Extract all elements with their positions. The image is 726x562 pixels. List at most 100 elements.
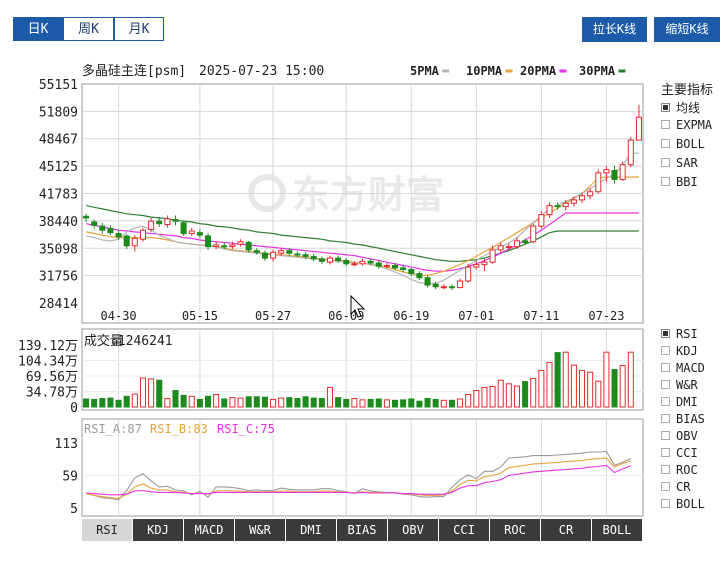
candle-body (294, 253, 301, 256)
bottom-tab-obv[interactable]: OBV (388, 519, 438, 541)
volume-bar (270, 398, 277, 408)
candle-body (205, 235, 212, 248)
bottom-tab-kdj[interactable]: KDJ (133, 519, 183, 541)
candle-body (603, 169, 610, 174)
bottom-tab-cr[interactable]: CR (541, 519, 591, 541)
volume-bar (619, 365, 626, 408)
rsi-tick-label: 59 (62, 470, 78, 485)
volume-bar (579, 369, 586, 408)
price-tick-label: 28414 (39, 297, 78, 312)
volume-bar (326, 386, 333, 408)
volume-tick-label: 104.34万 (18, 355, 78, 370)
rsi-legend-label: RSI_C:75 (217, 422, 275, 436)
date-tick-label: 07-23 (588, 309, 624, 323)
volume-bar (99, 398, 106, 408)
volume-bar (400, 399, 407, 408)
ma-legend-label: 10PMA (466, 64, 503, 78)
price-tick-label: 41783 (39, 187, 78, 202)
bottom-tab-macd[interactable]: MACD (184, 519, 234, 541)
candle-body (213, 244, 220, 248)
volume-bar (286, 397, 293, 408)
date-tick-label: 07-01 (458, 309, 494, 323)
volume-bar (546, 361, 553, 408)
volume-bar (408, 398, 415, 408)
candle-body (448, 286, 455, 289)
candle-body (530, 225, 537, 243)
candle-body (505, 246, 512, 249)
volume-bar (213, 394, 220, 408)
candle-body (400, 267, 407, 271)
volume-bar (83, 398, 90, 408)
candle-body (367, 260, 374, 264)
bottom-tab-cci[interactable]: CCI (439, 519, 489, 541)
candle-body (261, 252, 268, 259)
candle-body (457, 280, 464, 289)
bottom-tab-rsi[interactable]: RSI (82, 519, 132, 541)
candle-body (635, 116, 642, 141)
candle-body (579, 195, 586, 201)
volume-bar (278, 397, 285, 408)
rsi-legend-label: RSI_A:87 (84, 422, 142, 436)
volume-bar (570, 364, 577, 408)
volume-bar (253, 396, 260, 408)
candle-body (497, 245, 504, 251)
candle-body (278, 250, 285, 254)
volume-bar (237, 397, 244, 408)
volume-bar (554, 352, 561, 408)
bottom-tab-wr[interactable]: W&R (235, 519, 285, 541)
candle-body (172, 219, 179, 222)
candle-body (318, 258, 325, 262)
volume-bar (91, 398, 98, 408)
candle-body (123, 235, 130, 247)
candle-body (424, 277, 431, 286)
bottom-tab-boll[interactable]: BOLL (592, 519, 642, 541)
volume-bar (595, 380, 602, 408)
candle-body (310, 255, 317, 260)
candle-body (538, 214, 545, 227)
candle-body (440, 286, 447, 289)
date-tick-label: 05-27 (255, 309, 291, 323)
bottom-tab-bias[interactable]: BIAS (337, 519, 387, 541)
candle-body (302, 254, 309, 257)
date-tick-label: 07-11 (523, 309, 559, 323)
candle-body (115, 232, 122, 238)
instrument-name: 多晶硅主连[psm] (82, 63, 186, 79)
price-tick-label: 38440 (39, 215, 78, 230)
volume-bar (375, 398, 382, 408)
volume-bar (481, 386, 488, 408)
candle-body (107, 228, 114, 234)
volume-bar (229, 397, 236, 408)
volume-bar (359, 399, 366, 408)
candle-body (473, 264, 480, 268)
volume-tick-label: 69.56万 (26, 370, 78, 385)
date-tick-label: 06-19 (393, 309, 429, 323)
ma-legend-label: 30PMA (579, 64, 616, 78)
bottom-tab-dmi[interactable]: DMI (286, 519, 336, 541)
volume-bar (261, 396, 268, 408)
volume-bar (611, 369, 618, 408)
rsi-tick-label: 5 (70, 502, 78, 517)
ma-legend-label: 20PMA (520, 64, 557, 78)
candle-body (196, 232, 203, 236)
volume-bar (107, 397, 114, 408)
volume-bar (318, 398, 325, 408)
bottom-tab-roc[interactable]: ROC (490, 519, 540, 541)
volume-bar (131, 393, 138, 408)
volume-bar (164, 398, 171, 408)
price-tick-label: 31756 (39, 270, 78, 285)
candle-body (481, 261, 488, 266)
volume-bar (123, 395, 130, 408)
volume-bar (522, 381, 529, 408)
volume-bar (335, 397, 342, 408)
candle-body (229, 244, 236, 248)
rsi-legend-label: RSI_B:83 (150, 422, 208, 436)
kline-chart: 东方财富 55151 51809 48467 45125 41783 38440 35098… (18, 63, 644, 517)
volume-bar (139, 377, 146, 408)
volume-bar (489, 385, 496, 408)
candle-body (595, 172, 602, 193)
volume-bar (465, 394, 472, 408)
candle-body (522, 240, 529, 244)
candle-body (562, 202, 569, 207)
volume-bar (205, 395, 212, 408)
volume-bar (432, 398, 439, 408)
